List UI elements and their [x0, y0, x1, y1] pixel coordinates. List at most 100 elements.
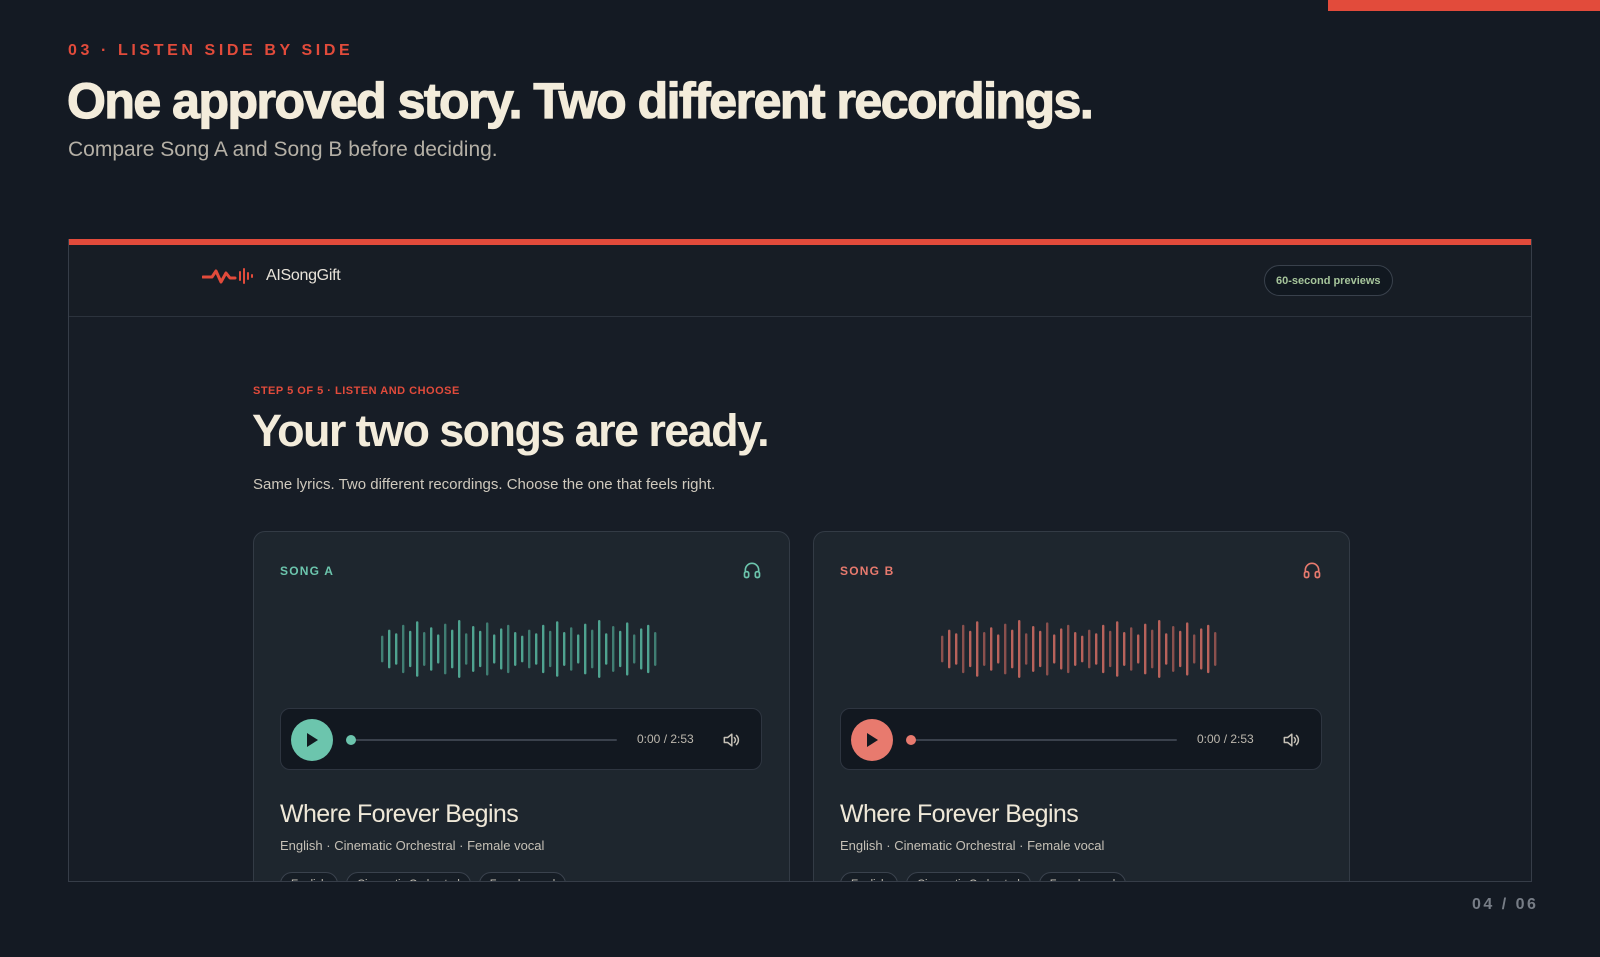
volume-icon[interactable] — [1281, 730, 1301, 750]
waveform-bar — [1067, 624, 1070, 674]
waveform-bar — [584, 623, 587, 675]
step-label: STEP 5 OF 5 · LISTEN AND CHOOSE — [253, 385, 460, 397]
audio-player: 0:00 / 2:53 — [840, 708, 1322, 770]
song-label: SONG A — [280, 564, 335, 578]
waveform-bar — [1081, 635, 1084, 663]
waveform-bar — [962, 624, 965, 674]
waveform-bar — [479, 630, 482, 668]
app-header: AISongGift 60-second previews — [69, 245, 1531, 317]
tag-vocal: Female vocal — [1038, 872, 1127, 881]
waveform-bar — [521, 635, 524, 663]
progress-track[interactable] — [906, 735, 1177, 745]
tag-language: English — [840, 872, 899, 881]
waveform-bar — [556, 621, 559, 677]
song-meta: English · Cinematic Orchestral · Female … — [840, 838, 1105, 853]
waveform-bar — [458, 620, 461, 678]
waveform-bar — [955, 633, 958, 665]
waveform-bar — [626, 622, 629, 676]
progress-knob[interactable] — [906, 735, 916, 745]
waveform-bar — [395, 633, 398, 665]
progress-knob[interactable] — [346, 735, 356, 745]
preview-badge: 60-second previews — [1264, 265, 1393, 296]
play-button[interactable] — [851, 719, 893, 761]
waveform-bar — [1165, 633, 1168, 665]
waveform-bar — [570, 627, 573, 671]
waveform-bar — [423, 632, 426, 666]
waveform-bar — [1214, 632, 1217, 666]
waveform-bar — [633, 634, 636, 664]
waveform-bar — [1074, 632, 1077, 666]
waveform-bar — [451, 629, 454, 669]
waveform-bar — [465, 633, 468, 665]
waveform-bar — [549, 630, 552, 668]
waveform-bar — [1172, 626, 1175, 672]
waveform-bar — [493, 634, 496, 664]
page-subtitle: Same lyrics. Two different recordings. C… — [253, 476, 716, 493]
play-button[interactable] — [291, 719, 333, 761]
waveform-bar — [941, 635, 944, 663]
waveform-bar — [1158, 620, 1161, 678]
waveform-bar — [1011, 629, 1014, 669]
waveform-bar — [416, 621, 419, 677]
waveform-bar — [1039, 630, 1042, 668]
play-icon — [307, 733, 318, 747]
waveform-bar — [430, 627, 433, 671]
waveform-bar — [563, 632, 566, 666]
waveform-bar — [1193, 634, 1196, 664]
song-label: SONG B — [840, 564, 895, 578]
progress-track[interactable] — [346, 735, 617, 745]
waveform-bar — [1004, 623, 1007, 675]
slide-subhead: Compare Song A and Song B before decidin… — [68, 138, 498, 161]
waveform-bar — [1046, 622, 1049, 676]
page-counter: 04 / 06 — [1472, 896, 1539, 913]
waveform-bar — [640, 628, 643, 670]
tag-list: English Cinematic Orchestral Female voca… — [840, 872, 1127, 881]
waveform-bar — [619, 630, 622, 668]
waveform-bar — [598, 620, 601, 678]
app-screenshot-frame: AISongGift 60-second previews STEP 5 OF … — [68, 239, 1532, 882]
waveform-bar — [381, 635, 384, 663]
waveform — [381, 620, 657, 678]
waveform-bar — [997, 634, 1000, 664]
volume-icon[interactable] — [721, 730, 741, 750]
waveform-bar — [1200, 628, 1203, 670]
waveform-bar — [969, 630, 972, 668]
tag-style: Cinematic Orchestral — [346, 872, 471, 881]
waveform-bar — [1130, 627, 1133, 671]
slide-eyebrow: 03 · LISTEN SIDE BY SIDE — [68, 42, 354, 59]
waveform-bar — [1207, 624, 1210, 674]
waveform-bar — [983, 632, 986, 666]
waveform-bar — [1144, 623, 1147, 675]
waveform-bar — [605, 633, 608, 665]
waveform-bar — [437, 634, 440, 664]
waveform-bar — [612, 626, 615, 672]
waveform-bar — [486, 622, 489, 676]
soundwave-logo-icon — [202, 268, 253, 284]
waveform-bar — [647, 624, 650, 674]
slide-headline: One approved story. Two different record… — [66, 72, 1094, 129]
waveform-bar — [1102, 624, 1105, 674]
waveform-bar — [1116, 621, 1119, 677]
waveform-bar — [444, 623, 447, 675]
waveform-bar — [1032, 626, 1035, 672]
waveform-bar — [1053, 634, 1056, 664]
tag-vocal: Female vocal — [478, 872, 567, 881]
song-title: Where Forever Begins — [280, 800, 519, 828]
song-meta: English · Cinematic Orchestral · Female … — [280, 838, 545, 853]
waveform-bar — [591, 629, 594, 669]
waveform-bar — [472, 626, 475, 672]
headphones-icon — [1303, 562, 1321, 579]
brand-logo[interactable]: AISongGift — [202, 267, 341, 285]
tag-language: English — [280, 872, 339, 881]
brand-name: AISongGift — [266, 267, 341, 284]
waveform-bar — [500, 628, 503, 670]
waveform-bar — [948, 629, 951, 669]
tag-style: Cinematic Orchestral — [906, 872, 1031, 881]
corner-accent-bar — [1328, 0, 1600, 11]
waveform — [941, 620, 1217, 678]
play-icon — [867, 733, 878, 747]
waveform-bar — [976, 621, 979, 677]
waveform-bar — [1151, 629, 1154, 669]
waveform-bar — [1123, 632, 1126, 666]
tag-list: English Cinematic Orchestral Female voca… — [280, 872, 567, 881]
